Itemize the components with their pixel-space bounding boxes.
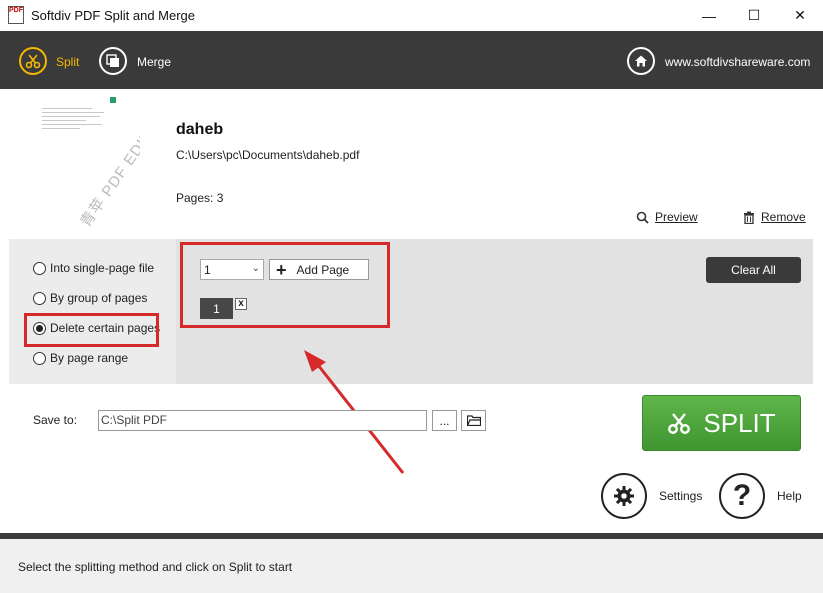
split-button[interactable]: SPLIT bbox=[642, 395, 801, 451]
annotation-arrow bbox=[304, 350, 405, 474]
help-label[interactable]: Help bbox=[777, 489, 802, 503]
settings-button[interactable] bbox=[601, 473, 647, 519]
settings-label[interactable]: Settings bbox=[659, 489, 702, 503]
gear-icon bbox=[614, 486, 634, 506]
folder-icon bbox=[466, 415, 481, 426]
split-label: SPLIT bbox=[703, 407, 776, 438]
question-icon: ? bbox=[732, 479, 752, 512]
scissors-icon bbox=[668, 413, 691, 434]
open-folder-button[interactable] bbox=[461, 410, 486, 431]
save-to-label: Save to: bbox=[33, 413, 78, 427]
browse-button[interactable]: ... bbox=[432, 410, 457, 431]
status-text: Select the splitting method and click on… bbox=[18, 560, 293, 574]
help-button[interactable]: ? bbox=[719, 473, 765, 519]
save-path-input[interactable]: C:\Split PDF bbox=[98, 410, 427, 431]
